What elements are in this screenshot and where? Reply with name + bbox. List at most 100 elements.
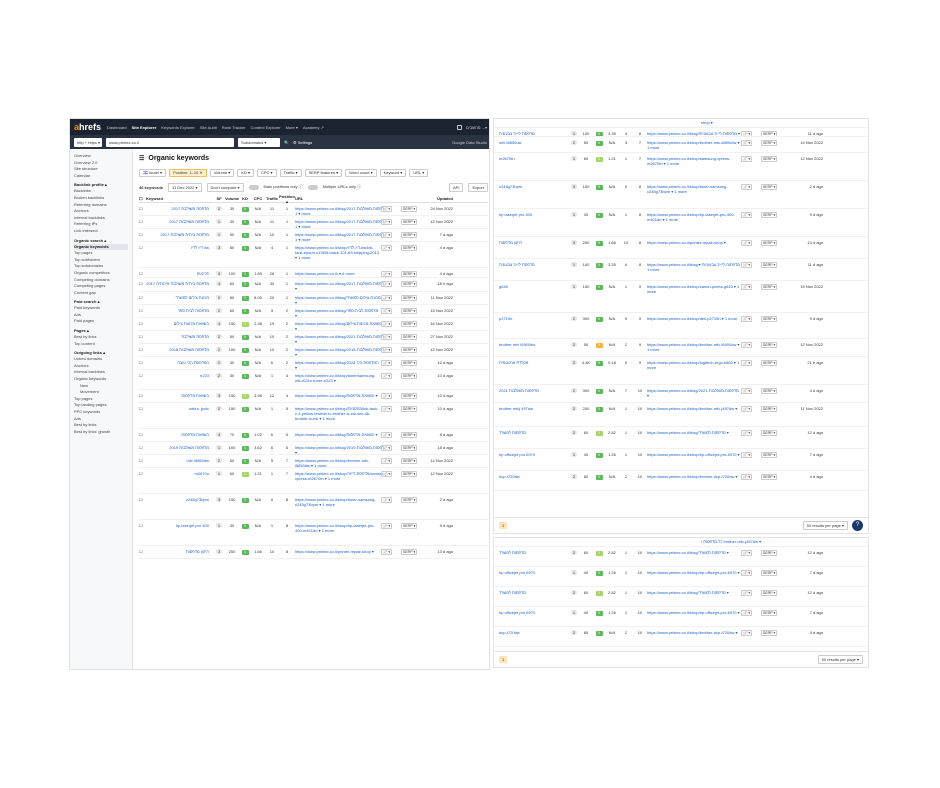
serp-button[interactable]: SERP ▾ [761,406,778,412]
trend-button[interactable]: 📈 ▾ [741,284,753,290]
sf-badge[interactable]: 2 [215,295,223,300]
row-checkbox[interactable]: ☐ [139,271,146,276]
sidebar-item[interactable]: Movement [74,389,128,396]
trend-button[interactable]: 📈 ▾ [741,590,753,596]
keyword-link[interactable]: mfc l6800dw [499,140,569,145]
search-icon[interactable]: 🔍 [284,140,289,145]
url-link[interactable]: https://www.printec.co.il/shop/toner-sam… [295,497,381,507]
keyword-link[interactable]: hp laserjet pro 400 [146,523,213,528]
sidebar-item[interactable]: Linked domains [74,356,128,363]
url-link[interactable]: https://www.printec.co.il/blog/מדפסות-מש… [295,445,387,454]
keyword-link[interactable]: השוואת מכונות צילום [146,321,213,326]
trend-button[interactable]: 📈 ▾ [381,281,393,287]
sidebar-item[interactable]: Organic competitors [74,270,128,277]
nav-item[interactable]: More ▾ [286,125,298,130]
row-checkbox[interactable]: ☐ [139,471,146,476]
sf-badge[interactable]: 2 [570,316,578,321]
sf-badge[interactable]: 1 [570,262,578,267]
filter-chip[interactable]: URL ▾ [409,168,429,177]
serp-button[interactable]: SERP ▾ [761,474,778,480]
nav-item[interactable]: Academy ↗ [303,125,324,130]
url-link[interactable]: https://www.printec.co.il/shop/brother-m… [647,342,741,352]
url-link[interactable]: https://www.printec.co.il/shop/brother-d… [647,630,741,635]
serp-button[interactable]: SERP ▾ [401,347,418,353]
filter-chip[interactable]: Volume ▾ [209,168,235,177]
trend-button[interactable]: 📈 ▾ [381,523,393,529]
sidebar-item[interactable]: Best by links [74,422,128,429]
sf-badge[interactable]: 3 [215,271,223,276]
serp-button[interactable]: SERP ▾ [761,610,778,616]
keyword-link[interactable]: מדפסת משולבת 2017 [146,206,213,211]
url-link[interactable]: https://www.printec.co.il/shop/hp-office… [647,452,741,457]
sf-badge[interactable]: 3 [215,393,223,398]
sidebar-item[interactable]: Paid pages [74,318,128,325]
serp-button[interactable]: SERP ▾ [401,406,418,412]
trend-button[interactable]: 📈 ▾ [381,432,393,438]
serp-button[interactable]: SERP ▾ [401,523,418,529]
sf-badge[interactable]: 4 [215,432,223,437]
serp-button[interactable]: SERP ▾ [761,630,778,636]
row-checkbox[interactable]: ☐ [139,406,146,411]
menu-icon[interactable]: ☰ [139,153,144,165]
col-updated[interactable]: Updated [423,196,453,201]
trend-button[interactable]: 📈 ▾ [741,452,753,458]
keyword-link[interactable]: מקלדת ארגונומית [499,360,569,365]
serp-button[interactable]: SERP ▾ [761,430,778,436]
serp-button[interactable]: SERP ▾ [761,316,778,322]
sidebar-item[interactable]: Best by links' growth [74,429,128,436]
sf-badge[interactable]: 1 [570,570,578,575]
sidebar-item[interactable]: Top subdomains [74,263,128,270]
url-link[interactable]: https://www.printec.co.il/shop/דיו-לדיו-… [295,245,381,260]
sidebar-item[interactable]: Internal backlinks [74,215,128,222]
trend-button[interactable]: 📈 ▾ [381,393,393,399]
filter-chip[interactable]: KD ▾ [237,168,254,177]
url-link[interactable]: https://www.printec.co.il/blog/מדפסות-מש… [295,219,387,228]
square-icon[interactable] [457,124,463,130]
trend-button[interactable]: 📈 ▾ [741,550,753,556]
sidebar-item[interactable]: Organic keywords [74,243,128,251]
serp-button[interactable]: SERP ▾ [401,432,418,438]
nav-item[interactable]: Dashboard [107,125,127,130]
nav-item[interactable]: Content Explorer [251,125,281,130]
serp-button[interactable]: SERP ▾ [401,497,418,503]
url-link[interactable]: https://www.printec.co.il/shop/brother-d… [647,474,741,479]
sidebar-item[interactable]: Top pages [74,250,128,257]
trend-button[interactable]: 📈 ▾ [741,342,753,348]
serp-button[interactable]: SERP ▾ [401,245,418,251]
nav-item[interactable]: Site Explorer [132,125,157,130]
row-checkbox[interactable]: ☐ [139,458,146,463]
sf-badge[interactable]: 2 [215,360,223,365]
row-checkbox[interactable]: ☐ [139,393,146,398]
keyword-link[interactable]: פרינטק [146,271,213,276]
serp-button[interactable]: SERP ▾ [401,373,418,379]
sidebar-item[interactable]: Overview 2.0 [74,160,128,167]
keyword-link[interactable]: תיקון מדפסות [146,549,213,554]
trend-button[interactable]: 📈 ▾ [381,295,393,301]
sf-badge[interactable]: 3 [570,184,578,189]
trend-button[interactable]: 📈 ▾ [381,360,393,366]
serp-button[interactable]: SERP ▾ [401,321,418,327]
sf-badge[interactable]: 2 [570,474,578,479]
trend-button[interactable]: 📈 ▾ [381,219,393,225]
sidebar-item[interactable]: Competing pages [74,283,128,290]
nav-item[interactable]: Rank Tracker [222,125,246,130]
sidebar-item[interactable]: Ads [74,312,128,319]
sf-badge[interactable]: 3 [215,245,223,250]
trend-button[interactable]: 📈 ▾ [381,497,393,503]
url-link-stub[interactable]: shop ▾ [701,120,795,125]
keyword-link[interactable]: מדפסות משולבות 2017 [146,219,213,224]
sidebar-item[interactable]: Anchors [74,208,128,215]
sf-badge[interactable]: 2 [570,550,578,555]
nav-item[interactable]: Site Audit [200,125,217,130]
subdomains-select[interactable]: Subdomains ▾ [238,137,280,147]
sidebar-item[interactable]: PPC keywords [74,409,128,416]
url-link[interactable]: https://www.printec.co.il/blog/מדפסות-למ… [647,590,741,595]
trend-button[interactable]: 📈 ▾ [741,212,753,218]
trend-button[interactable]: 📈 ▾ [381,232,393,238]
serp-button[interactable]: SERP ▾ [761,452,778,458]
sf-badge[interactable]: 2 [570,430,578,435]
serp-button[interactable]: SERP ▾ [401,271,418,277]
serp-button[interactable]: SERP ▾ [401,308,418,314]
col-kd[interactable]: KD [239,196,251,201]
sf-badge[interactable]: 1 [215,219,223,224]
